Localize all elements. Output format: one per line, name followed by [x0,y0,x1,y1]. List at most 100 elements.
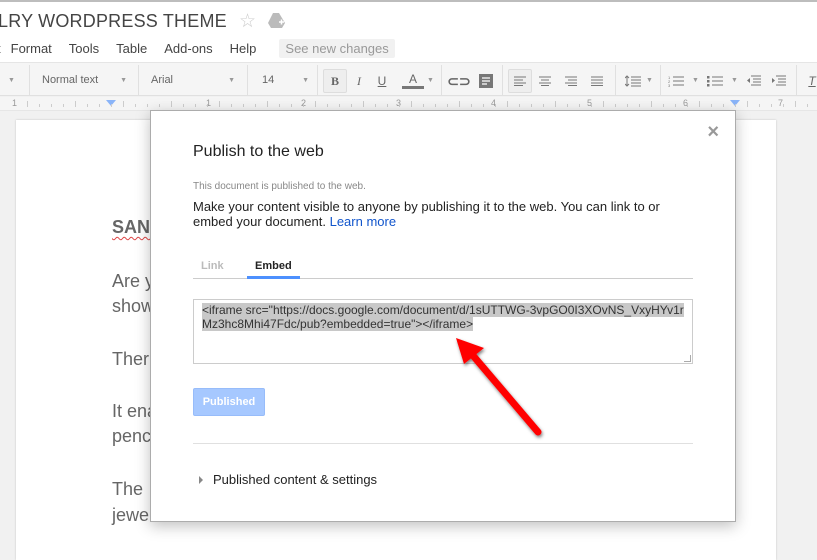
ruler-tick [687,104,688,107]
ruler-tick [171,101,172,107]
ruler-tick [795,101,796,107]
menu-add-ons[interactable]: Add-ons [164,41,212,56]
ruler-tick [27,101,28,107]
ruler-tick [807,104,808,107]
ruler-tick [723,104,724,107]
ruler-tick [627,104,628,107]
dialog-description: Make your content visible to anyone by p… [193,199,693,229]
toolbar-divider [29,65,30,95]
toolbar-divider [441,65,442,95]
clear-formatting-icon[interactable]: T [800,69,817,93]
ruler-tick [519,104,520,107]
italic-button[interactable]: I [347,69,371,93]
ruler-tick [579,104,580,107]
document-title[interactable]: LRY WORDPRESS THEME [0,11,227,32]
comment-icon[interactable] [474,69,498,93]
toolbar-divider [138,65,139,95]
ruler-tick [51,104,52,107]
see-new-changes-button[interactable]: See new changes [279,38,395,58]
resize-handle[interactable] [684,355,691,362]
svg-text:3: 3 [668,83,671,87]
numbered-list-icon[interactable]: 123 [664,69,688,93]
settings-toggle-label: Published content & settings [213,472,378,487]
ruler-tick [375,104,376,107]
zoom-dropdown[interactable]: ▼ [8,63,15,97]
doc-line[interactable]: penc [112,426,151,447]
font-dropdown[interactable]: Arial ▼ [151,63,235,97]
text-color-dropdown[interactable]: ▼ [427,63,434,97]
align-right-button[interactable] [559,69,583,93]
doc-line[interactable]: Ther [112,349,149,370]
doc-heading[interactable]: SAN [112,217,150,238]
justify-button[interactable] [585,69,609,93]
learn-more-link[interactable]: Learn more [330,214,396,229]
font-size-dropdown[interactable]: 14 ▼ [262,63,309,97]
text-color-icon: A [408,72,417,86]
toolbar-divider [615,65,616,95]
doc-line[interactable]: Are y [112,271,154,292]
increase-indent-icon[interactable] [767,69,791,93]
chevron-down-icon: ▼ [646,76,653,84]
toolbar-divider [796,65,797,95]
published-settings-toggle[interactable]: Published content & settings [199,472,377,487]
dialog-divider [193,443,693,444]
published-button[interactable]: Published [193,388,265,416]
expand-triangle-icon [199,475,203,484]
ruler-tick [183,104,184,107]
doc-line[interactable]: jewe [112,505,149,526]
bulleted-list-icon[interactable] [703,69,727,93]
toolbar-divider [247,65,248,95]
font-value: Arial [151,74,174,86]
underline-button[interactable]: U [370,69,394,93]
doc-line[interactable]: show [112,296,154,317]
description-text: Make your content visible to anyone by p… [193,199,660,229]
ruler-tick [327,104,328,107]
paragraph-style-dropdown[interactable]: Normal text ▼ [42,63,127,97]
chevron-down-icon: ▼ [302,76,309,84]
ruler-tick [315,101,316,107]
menu-help[interactable]: Help [230,41,257,56]
tab-embed[interactable]: Embed [255,260,292,272]
published-status-note: This document is published to the web. [193,181,366,192]
menu-table[interactable]: Table [116,41,147,56]
align-left-button[interactable] [508,69,532,93]
drive-add-icon[interactable] [268,13,285,28]
toolbar: ▼ Normal text ▼ Arial ▼ 14 ▼ B I U A ▼ ⊂… [0,62,817,96]
ruler-tick [279,104,280,107]
tab-link[interactable]: Link [201,260,224,272]
line-spacing-dropdown[interactable]: ▼ [646,63,653,97]
align-center-button[interactable] [533,69,557,93]
link-icon[interactable]: ⊂⊃ [447,69,471,93]
doc-line[interactable]: The [112,479,143,500]
ruler-tick [591,104,592,107]
ruler-tick [219,101,220,107]
font-size-value: 14 [262,74,275,86]
ruler-tick [555,101,556,107]
toolbar-divider [660,65,661,95]
close-icon[interactable]: × [707,122,719,142]
bulleted-list-dropdown[interactable]: ▼ [731,63,738,97]
text-color-button[interactable]: A [401,69,425,93]
active-tab-indicator [247,276,300,279]
numbered-list-dropdown[interactable]: ▼ [692,63,699,97]
ruler-tick [639,104,640,107]
star-icon[interactable]: ☆ [239,10,256,33]
ruler-tick [771,104,772,107]
ruler-tick [435,104,436,107]
menu-tools[interactable]: Tools [69,41,99,56]
menu-insert[interactable]: t [0,41,1,56]
bold-button[interactable]: B [323,69,347,93]
line-spacing-icon[interactable] [621,69,645,93]
ruler-tick [159,104,160,107]
ruler-tick [195,104,196,107]
chevron-down-icon: ▼ [8,76,15,84]
ruler-tick [423,104,424,107]
embed-code-textarea[interactable]: <iframe src="https://docs.google.com/doc… [193,299,693,364]
publish-dialog: × Publish to the web This document is pu… [150,110,736,522]
ruler-tick [615,104,616,107]
ruler-tick [135,104,136,107]
menu-format[interactable]: Format [11,41,52,56]
ruler-tick [483,104,484,107]
ruler-tick [351,104,352,107]
decrease-indent-icon[interactable] [742,69,766,93]
